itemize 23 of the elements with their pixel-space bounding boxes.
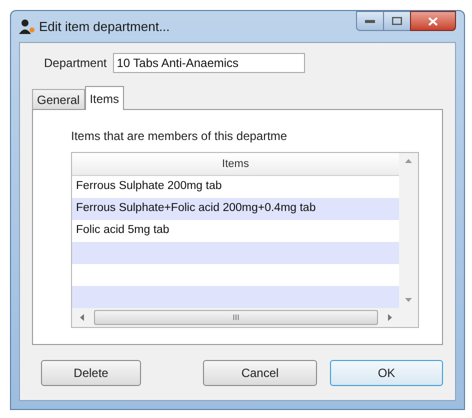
- scroll-right-icon: [388, 314, 392, 321]
- ok-button[interactable]: OK: [330, 360, 443, 386]
- tab[interactable]: General: [32, 89, 85, 109]
- window-title: Edit item department...: [39, 18, 170, 36]
- tab[interactable]: Items: [84, 86, 124, 110]
- person-icon: [19, 18, 35, 34]
- scroll-up-icon: [405, 159, 412, 163]
- list-row[interactable]: Ferrous Sulphate+Folic acid 200mg+0.4mg tab: [72, 198, 399, 220]
- minimize-button[interactable]: [356, 11, 384, 31]
- scroll-left-icon: [80, 314, 84, 321]
- maximize-icon: [392, 17, 402, 25]
- cancel-button[interactable]: Cancel: [203, 360, 317, 386]
- delete-button[interactable]: Delete: [41, 360, 141, 386]
- vertical-scrollbar[interactable]: [399, 153, 418, 308]
- department-field[interactable]: 10 Tabs Anti-Anaemics: [112, 53, 305, 73]
- close-icon: [428, 16, 438, 26]
- minimize-icon: [365, 20, 375, 22]
- scroll-down-icon: [405, 298, 412, 302]
- list-caption: Items that are members of this departme: [71, 128, 288, 145]
- maximize-button[interactable]: [384, 11, 410, 31]
- scroll-thumb[interactable]: III: [94, 310, 378, 325]
- department-label: Department: [44, 55, 107, 72]
- close-button[interactable]: [410, 11, 456, 31]
